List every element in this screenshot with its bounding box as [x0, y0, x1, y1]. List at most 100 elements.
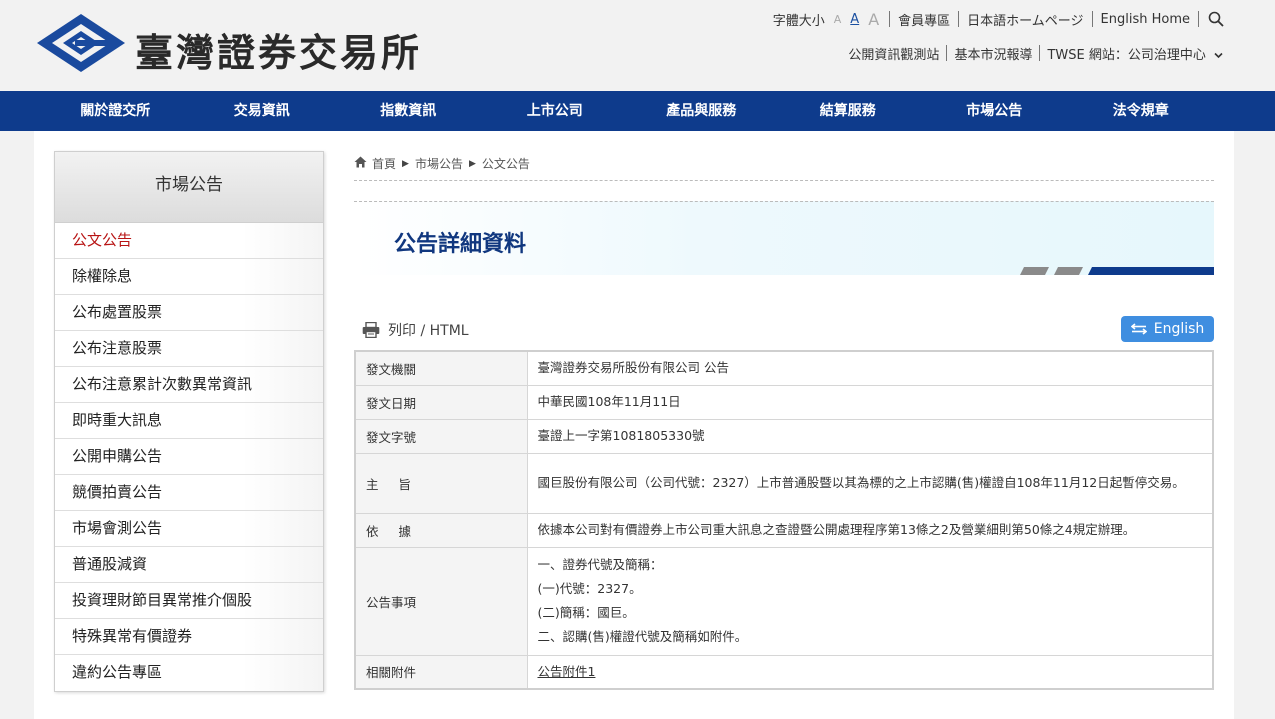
sidebar-item-public-offering[interactable]: 公開申購公告: [55, 439, 323, 475]
sidebar-item-official-notices[interactable]: 公文公告: [55, 223, 323, 259]
table-row: 發文日期 中華民國108年11月11日: [354, 384, 1214, 420]
print-button[interactable]: 列印 / HTML: [362, 320, 469, 340]
nav-item-listed[interactable]: 上市公司: [482, 91, 629, 131]
items-line: 二、認購(售)權證代號及簡稱如附件。: [537, 629, 748, 644]
sidebar-item-ex-rights[interactable]: 除權除息: [55, 259, 323, 295]
items-label: 公告事項: [354, 546, 528, 656]
breadcrumb-announcements[interactable]: 市場公告: [415, 155, 463, 172]
sidebar-title: 市場公告: [55, 152, 323, 223]
announcement-detail-table: 發文機關 臺灣證券交易所股份有限公司 公告 發文日期 中華民國108年11月11…: [354, 350, 1214, 690]
sidebar-item-auction[interactable]: 競價拍賣公告: [55, 475, 323, 511]
breadcrumb-official-notices[interactable]: 公文公告: [482, 155, 530, 172]
ref-label: 發文字號: [354, 418, 528, 454]
table-row: 發文機關 臺灣證券交易所股份有限公司 公告: [354, 350, 1214, 386]
chevron-down-icon: [1214, 51, 1223, 62]
japanese-home-link[interactable]: 日本語ホームページ: [967, 10, 1083, 29]
table-row: 主旨 國巨股份有限公司（公司代號：2327）上市普通股暨以其為標的之上市認購(售…: [354, 452, 1214, 514]
title-banner: 公告詳細資料: [354, 201, 1214, 275]
items-line: (一)代號：2327。: [537, 581, 642, 596]
basis-label-char-2: 據: [398, 523, 412, 539]
divider: [889, 11, 891, 27]
items-value: 一、證券代號及簡稱： (一)代號：2327。 (二)簡稱：國巨。 二、認購(售)…: [526, 546, 1214, 656]
font-size-medium[interactable]: A: [850, 12, 859, 27]
sidebar-item-material-info[interactable]: 即時重大訊息: [55, 403, 323, 439]
nav-item-about[interactable]: 關於證交所: [42, 91, 189, 131]
font-size-small[interactable]: A: [834, 13, 842, 26]
printer-icon: [362, 322, 380, 338]
site-header: 臺灣證券交易所 字體大小 A A A 會員專區 日本語ホームページ Englis…: [0, 0, 1275, 91]
sidebar: 市場公告 公文公告 除權除息 公布處置股票 公布注意股票 公布注意累計次數異常資…: [54, 151, 324, 692]
main-panel: 首頁 ▶ 市場公告 ▶ 公文公告 公告詳細資料 列印 / HTML Englis…: [354, 151, 1214, 690]
member-zone-link[interactable]: 會員專區: [898, 10, 950, 29]
attachment-cell: 公告附件1: [526, 654, 1214, 690]
search-icon[interactable]: [1207, 10, 1225, 28]
subject-label: 主旨: [354, 452, 528, 514]
sidebar-item-capital-reduction[interactable]: 普通股減資: [55, 547, 323, 583]
date-value: 中華民國108年11月11日: [526, 384, 1214, 420]
toolbar: 列印 / HTML English: [354, 316, 1214, 344]
sidebar-item-abnormal-securities[interactable]: 特殊異常有價證券: [55, 619, 323, 655]
table-row: 依據 依據本公司對有價證券上市公司重大訊息之查證暨公開處理程序第13條之2及營業…: [354, 512, 1214, 548]
content-area: 市場公告 公文公告 除權除息 公布處置股票 公布注意股票 公布注意累計次數異常資…: [34, 131, 1234, 719]
caret-right-icon: ▶: [402, 158, 409, 169]
divider: [1091, 11, 1093, 27]
items-line: (二)簡稱：國巨。: [537, 605, 635, 620]
main-nav: 關於證交所 交易資訊 指數資訊 上市公司 產品與服務 結算服務 市場公告 法令規…: [0, 91, 1275, 131]
utility-bar: 字體大小 A A A 會員專區 日本語ホームページ English Home: [773, 8, 1225, 30]
attachment-label: 相關附件: [354, 654, 528, 690]
subject-label-char-1: 主: [366, 476, 399, 492]
print-label: 列印 / HTML: [388, 323, 469, 339]
divider: [1198, 11, 1199, 27]
subject-value: 國巨股份有限公司（公司代號：2327）上市普通股暨以其為標的之上市認購(售)權證…: [526, 452, 1214, 514]
table-row: 相關附件 公告附件1: [354, 654, 1214, 690]
twse-sites-dropdown[interactable]: TWSE 網站：公司治理中心: [1047, 44, 1223, 63]
twse-emblem-icon: [37, 14, 125, 72]
sidebar-item-disposition[interactable]: 公布處置股票: [55, 295, 323, 331]
table-row: 公告事項 一、證券代號及簡稱： (一)代號：2327。 (二)簡稱：國巨。 二、…: [354, 546, 1214, 656]
attachment-link[interactable]: 公告附件1: [538, 664, 596, 679]
sidebar-item-attention-count[interactable]: 公布注意累計次數異常資訊: [55, 367, 323, 403]
sidebar-item-default[interactable]: 違約公告專區: [55, 655, 323, 691]
home-icon: [354, 156, 367, 171]
basis-label-char-1: 依: [366, 523, 399, 539]
breadcrumb-home[interactable]: 首頁: [372, 155, 396, 172]
nav-item-regulations[interactable]: 法令規章: [1068, 91, 1215, 131]
banner-stripes-decoration: [1020, 267, 1214, 275]
nav-item-announcements[interactable]: 市場公告: [921, 91, 1068, 131]
issuer-label: 發文機關: [354, 350, 528, 386]
utility-bar-secondary: 公開資訊觀測站 基本市況報導 TWSE 網站：公司治理中心: [848, 43, 1223, 63]
swap-arrows-icon: [1130, 323, 1147, 335]
basis-value: 依據本公司對有價證券上市公司重大訊息之查證暨公開處理程序第13條之2及營業細則第…: [526, 512, 1214, 548]
english-home-link[interactable]: English Home: [1101, 12, 1190, 27]
date-label: 發文日期: [354, 384, 528, 420]
nav-item-trading[interactable]: 交易資訊: [189, 91, 336, 131]
nav-item-index[interactable]: 指數資訊: [335, 91, 482, 131]
english-button-label: English: [1153, 321, 1205, 337]
caret-right-icon: ▶: [468, 158, 476, 169]
nav-item-products[interactable]: 產品與服務: [628, 91, 775, 131]
subject-label-char-2: 旨: [398, 476, 412, 492]
sidebar-item-attention[interactable]: 公布注意股票: [55, 331, 323, 367]
english-version-button[interactable]: English: [1121, 316, 1214, 342]
basic-report-link[interactable]: 基本市況報導: [954, 44, 1032, 63]
page-title: 公告詳細資料: [394, 232, 527, 257]
breadcrumb: 首頁 ▶ 市場公告 ▶ 公文公告: [354, 151, 1214, 181]
twse-sites-label: TWSE 網站：公司治理中心: [1047, 47, 1206, 63]
items-line: 一、證券代號及簡稱：: [537, 557, 663, 572]
divider: [958, 11, 960, 27]
sidebar-item-tv-recommend[interactable]: 投資理財節目異常推介個股: [55, 583, 323, 619]
sidebar-item-market-test[interactable]: 市場會測公告: [55, 511, 323, 547]
mops-link[interactable]: 公開資訊觀測站: [848, 44, 939, 63]
font-size-label: 字體大小: [772, 13, 825, 29]
divider: [1039, 45, 1041, 61]
twse-logo[interactable]: 臺灣證券交易所: [35, 12, 435, 75]
ref-value: 臺證上一字第1081805330號: [526, 418, 1214, 454]
nav-item-clearing[interactable]: 結算服務: [775, 91, 922, 131]
issuer-value: 臺灣證券交易所股份有限公司 公告: [526, 350, 1214, 386]
logo-wordmark: 臺灣證券交易所: [135, 30, 423, 75]
divider: [946, 45, 948, 61]
table-row: 發文字號 臺證上一字第1081805330號: [354, 418, 1214, 454]
basis-label: 依據: [354, 512, 528, 548]
font-size-large[interactable]: A: [868, 10, 879, 29]
